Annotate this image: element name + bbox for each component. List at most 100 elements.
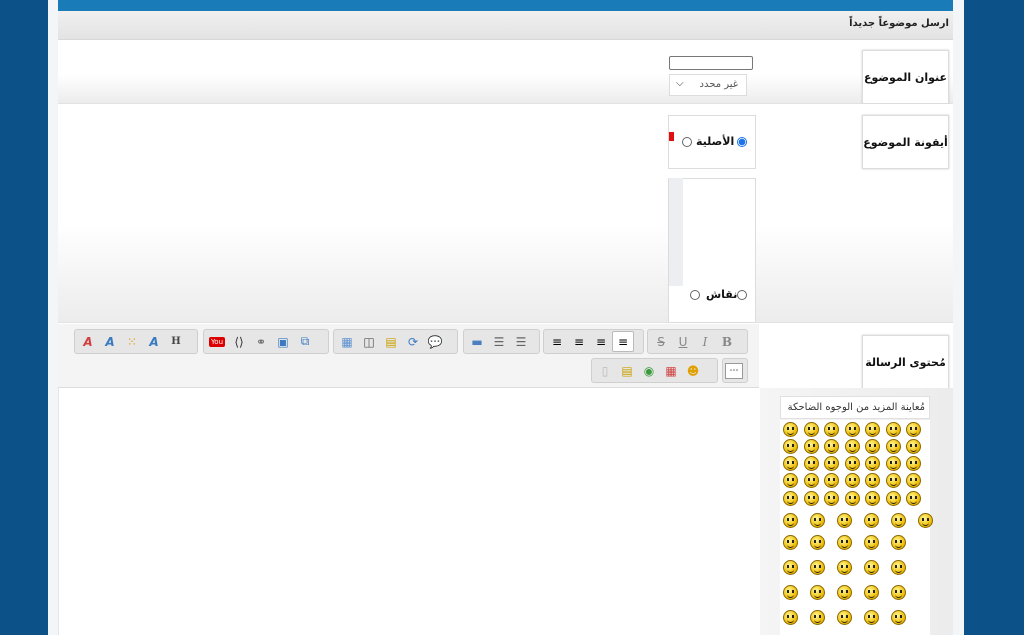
smiley-icon[interactable] [891, 560, 906, 575]
bold-button[interactable]: B [716, 331, 738, 352]
smiley-icon[interactable] [803, 456, 819, 471]
align-left-button[interactable]: ≡ [546, 331, 568, 352]
smiley-icon[interactable] [844, 422, 860, 437]
image-host-button[interactable]: ⧉ [294, 331, 316, 352]
icon-list-scrollbar[interactable] [669, 178, 683, 286]
insert-table-button[interactable]: ▦ [336, 331, 358, 352]
smiley-icon[interactable] [783, 473, 798, 488]
smiley-icon[interactable] [865, 456, 880, 471]
document-button[interactable]: ▯ [594, 360, 616, 381]
strikethrough-button[interactable]: S [650, 331, 672, 352]
smiley-icon[interactable] [837, 560, 852, 575]
smiley-icon[interactable] [844, 473, 860, 488]
date-button[interactable]: ▦ [660, 360, 682, 381]
smiley-icon[interactable] [837, 610, 852, 625]
smiley-icon[interactable] [837, 585, 852, 600]
smiley-icon[interactable] [906, 422, 921, 437]
youtube-button[interactable]: You [206, 331, 228, 352]
more-button[interactable]: ⋯ [725, 362, 743, 379]
justify-button[interactable]: ≡ [612, 331, 634, 352]
smiley-icon[interactable] [891, 535, 906, 550]
heading-button[interactable]: H [165, 331, 187, 352]
message-editor[interactable] [58, 388, 760, 635]
align-center-button[interactable]: ≡ [568, 331, 590, 352]
font-color-button[interactable]: A [77, 331, 99, 352]
image-button[interactable]: ▣ [272, 331, 294, 352]
radio-discussion[interactable] [737, 290, 747, 300]
smiley-icon[interactable] [918, 513, 933, 528]
code-button[interactable]: ⟨⟩ [228, 331, 250, 352]
smiley-icon[interactable] [844, 439, 860, 454]
italic-button[interactable]: I [694, 331, 716, 352]
smiley-icon[interactable] [906, 473, 921, 488]
smiley-icon[interactable] [865, 473, 880, 488]
smiley-icon[interactable] [810, 535, 825, 550]
refresh-button[interactable]: ⟳ [402, 331, 424, 352]
smiley-icon[interactable] [783, 439, 798, 454]
smiley-icon[interactable] [783, 585, 798, 600]
smiley-icon[interactable] [837, 513, 852, 528]
smiley-icon[interactable] [865, 422, 880, 437]
radio-none-2[interactable] [690, 290, 700, 300]
smiley-icon[interactable] [906, 439, 921, 454]
search-replace-button[interactable]: ◉ [638, 360, 660, 381]
emoticon-button[interactable]: ☻ [682, 360, 704, 381]
align-right-button[interactable]: ≡ [590, 331, 612, 352]
color-palette-button[interactable]: ⁙ [121, 331, 143, 352]
smiley-icon[interactable] [865, 439, 880, 454]
smiley-icon[interactable] [824, 422, 839, 437]
smiley-icon[interactable] [783, 456, 798, 471]
smiley-icon[interactable] [783, 513, 798, 528]
smiley-icon[interactable] [885, 491, 901, 506]
smiley-icon[interactable] [783, 422, 798, 437]
quote-button[interactable]: 💬 [424, 331, 446, 352]
smiley-icon[interactable] [864, 585, 879, 600]
prefix-select[interactable]: غير محدد ⌵ [669, 74, 747, 96]
smiley-icon[interactable] [864, 535, 879, 550]
smiley-icon[interactable] [824, 439, 839, 454]
smiley-icon[interactable] [864, 513, 879, 528]
smiley-icon[interactable] [885, 422, 901, 437]
subject-input[interactable] [669, 56, 753, 70]
smiley-icon[interactable] [803, 473, 819, 488]
smiley-icon[interactable] [891, 610, 906, 625]
smiley-icon[interactable] [891, 585, 906, 600]
ordered-list-button[interactable]: ☰ [488, 331, 510, 352]
underline-button[interactable]: U [672, 331, 694, 352]
smiley-icon[interactable] [885, 439, 901, 454]
smiley-icon[interactable] [783, 610, 798, 625]
smiley-icon[interactable] [803, 422, 819, 437]
smiley-icon[interactable] [803, 491, 819, 506]
smiley-icon[interactable] [783, 491, 798, 506]
smiley-icon[interactable] [906, 456, 921, 471]
smiley-icon[interactable] [844, 491, 860, 506]
spoiler-button[interactable]: ◫ [358, 331, 380, 352]
smiley-icon[interactable] [810, 610, 825, 625]
smiley-icon[interactable] [810, 513, 825, 528]
smiley-icon[interactable] [824, 456, 839, 471]
smiley-icon[interactable] [783, 535, 798, 550]
smiley-icon[interactable] [885, 456, 901, 471]
smiley-icon[interactable] [810, 585, 825, 600]
smiley-icon[interactable] [864, 610, 879, 625]
smiley-icon[interactable] [783, 560, 798, 575]
paste-button[interactable]: ▤ [616, 360, 638, 381]
smiley-icon[interactable] [906, 491, 921, 506]
smiley-icon[interactable] [824, 473, 839, 488]
smiley-icon[interactable] [885, 473, 901, 488]
smiley-icon[interactable] [803, 439, 819, 454]
link-button[interactable]: ⚭ [250, 331, 272, 352]
insert-file-button[interactable]: ▤ [380, 331, 402, 352]
smiley-icon[interactable] [864, 560, 879, 575]
smiley-icon[interactable] [865, 491, 880, 506]
font-face-button[interactable]: A [99, 331, 121, 352]
radio-none[interactable] [682, 137, 692, 147]
smiley-icon[interactable] [824, 491, 839, 506]
smiley-icon[interactable] [844, 456, 860, 471]
unordered-list-button[interactable]: ☰ [510, 331, 532, 352]
smiley-icon[interactable] [837, 535, 852, 550]
more-smilies-link[interactable]: مُعاينة المزيد من الوجوه الضاحكة [780, 396, 930, 419]
horizontal-rule-button[interactable]: ▬ [466, 331, 488, 352]
font-size-button[interactable]: A [143, 331, 165, 352]
radio-original[interactable] [737, 137, 747, 147]
